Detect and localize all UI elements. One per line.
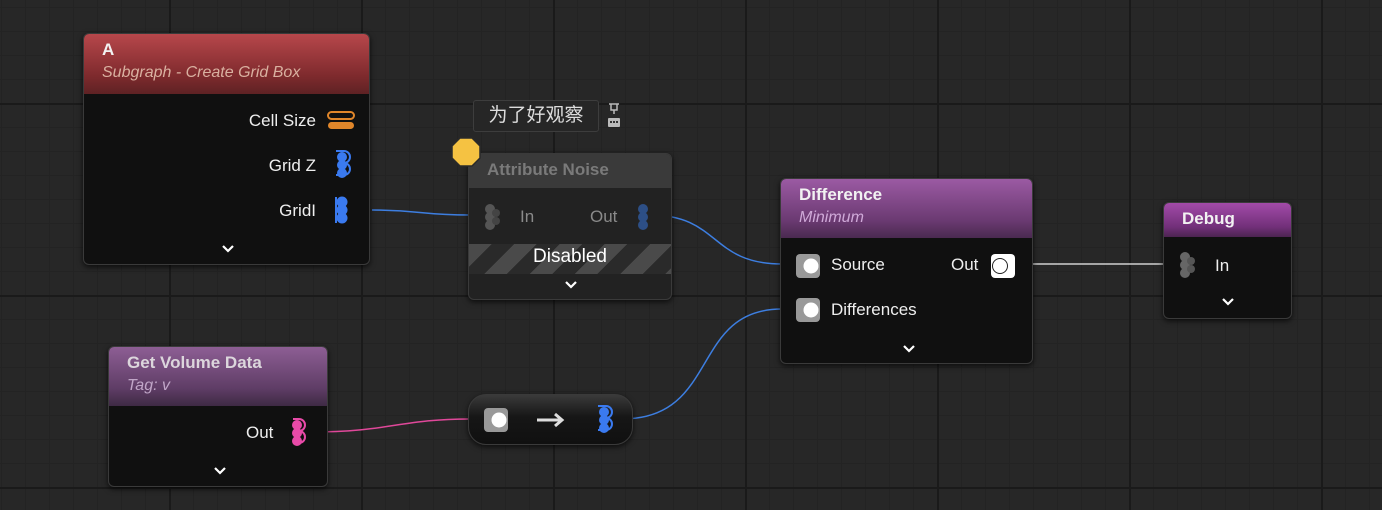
node-header[interactable]: Difference Minimum bbox=[781, 179, 1032, 238]
expand-chevron-icon[interactable] bbox=[213, 466, 227, 476]
point-pin-icon[interactable] bbox=[1176, 249, 1200, 281]
wire-convert-to-difference-differences bbox=[621, 308, 783, 420]
expand-chevron-icon[interactable] bbox=[221, 244, 235, 254]
pin-label-in: In bbox=[1215, 256, 1230, 275]
node-status-disabled: Disabled bbox=[533, 246, 607, 267]
point-pin-icon[interactable] bbox=[633, 201, 653, 233]
point-pin-icon[interactable] bbox=[331, 194, 351, 226]
node-header[interactable]: A Subgraph - Create Grid Box bbox=[84, 34, 369, 94]
node-convert-to-point[interactable] bbox=[468, 394, 633, 445]
node-subtitle: Tag: v bbox=[127, 377, 170, 394]
pin-label-source: Source bbox=[831, 255, 885, 274]
node-title: Difference bbox=[799, 185, 883, 204]
node-title: A bbox=[102, 40, 115, 59]
point-pin-icon[interactable] bbox=[481, 201, 505, 233]
node-title: Get Volume Data bbox=[127, 353, 262, 372]
spatial-pin-icon[interactable] bbox=[482, 406, 510, 434]
node-attribute-noise[interactable]: Attribute Noise In Out Disabled bbox=[468, 153, 672, 300]
wire-volume-to-convert bbox=[309, 418, 471, 433]
pin-label-grid-i: GridI bbox=[279, 201, 316, 220]
node-header[interactable]: Debug bbox=[1164, 203, 1291, 237]
node-comment[interactable]: 为了好观察 bbox=[473, 100, 599, 132]
node-debug[interactable]: Debug In bbox=[1163, 202, 1292, 319]
point-pin-icon[interactable] bbox=[331, 149, 351, 181]
node-title: Debug bbox=[1182, 209, 1235, 228]
node-header[interactable]: Get Volume Data Tag: v bbox=[109, 347, 327, 406]
warning-icon bbox=[451, 137, 481, 167]
node-difference[interactable]: Difference Minimum Source Out Difference… bbox=[780, 178, 1033, 364]
arrow-right-icon bbox=[537, 412, 565, 428]
point-pin-icon[interactable] bbox=[593, 404, 613, 436]
node-title: Attribute Noise bbox=[487, 160, 609, 179]
pin-label-differences: Differences bbox=[831, 300, 917, 319]
pin-label-grid-z: Grid Z bbox=[268, 156, 316, 175]
pin-label-out: Out bbox=[246, 423, 274, 442]
node-header[interactable]: Attribute Noise bbox=[469, 154, 671, 188]
expand-chevron-icon[interactable] bbox=[564, 280, 578, 290]
pin-label-in: In bbox=[520, 207, 535, 226]
wire-grid-to-noise bbox=[371, 209, 471, 216]
node-subtitle: Minimum bbox=[799, 209, 864, 226]
node-subtitle: Subgraph - Create Grid Box bbox=[102, 64, 301, 81]
pin-label-out: Out bbox=[590, 207, 618, 226]
pin-label-out: Out bbox=[951, 255, 979, 274]
expand-chevron-icon[interactable] bbox=[1221, 297, 1235, 307]
node-get-volume-data[interactable]: Get Volume Data Tag: v Out bbox=[108, 346, 328, 487]
spatial-pin-icon[interactable] bbox=[794, 296, 822, 324]
spatial-pin-icon[interactable] bbox=[989, 252, 1017, 280]
attribute-set-pin-icon[interactable] bbox=[327, 110, 355, 130]
node-create-grid-box[interactable]: A Subgraph - Create Grid Box Cell Size G… bbox=[83, 33, 370, 265]
pin-comment-icon[interactable] bbox=[606, 102, 622, 130]
spatial-pin-icon[interactable] bbox=[794, 252, 822, 280]
volume-pin-icon[interactable] bbox=[287, 417, 307, 449]
expand-chevron-icon[interactable] bbox=[902, 344, 916, 354]
pin-label-cell-size: Cell Size bbox=[248, 111, 316, 130]
